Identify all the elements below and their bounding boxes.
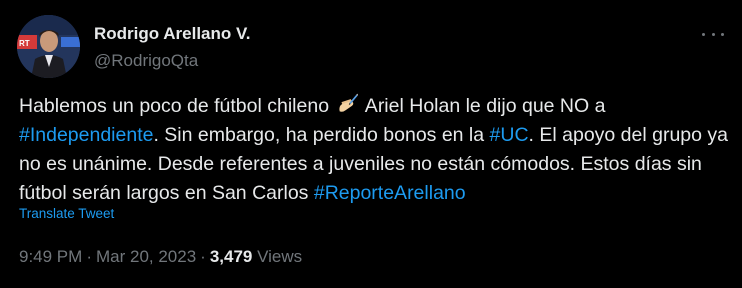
tweet-time[interactable]: 9:49 PM bbox=[19, 247, 82, 266]
avatar-image: RT bbox=[17, 15, 80, 78]
author-display-name[interactable]: Rodrigo Arellano V. bbox=[94, 24, 251, 44]
more-options-button[interactable] bbox=[702, 24, 724, 44]
tweet-text-segment: Hablemos un poco de fútbol chileno bbox=[19, 95, 335, 117]
tweet-date[interactable]: Mar 20, 2023 bbox=[96, 247, 196, 266]
tweet-card: RT Rodrigo Arellano V. @RodrigoQta Hable… bbox=[0, 0, 742, 288]
svg-text:RT: RT bbox=[19, 39, 30, 48]
author-block: Rodrigo Arellano V. @RodrigoQta bbox=[94, 24, 251, 71]
more-dot-icon bbox=[721, 32, 724, 36]
tweet-text-segment: Ariel Holan le dijo que NO a bbox=[360, 95, 606, 117]
hashtag-link[interactable]: #ReporteArellano bbox=[314, 182, 466, 204]
more-dot-icon bbox=[702, 32, 705, 36]
tweet-meta: 9:49 PM · Mar 20, 2023 · 3,479 Views bbox=[19, 246, 302, 268]
tweet-text-segment: . Sin embargo, ha perdido bonos en la bbox=[153, 124, 490, 146]
writing-hand-emoji-icon bbox=[339, 93, 359, 112]
views-count: 3,479 bbox=[209, 247, 253, 266]
hashtag-link[interactable]: #UC bbox=[490, 124, 529, 146]
meta-separator: · bbox=[200, 247, 206, 266]
tweet-text: Hablemos un poco de fútbol chileno Ariel… bbox=[19, 92, 737, 208]
views-label: Views bbox=[257, 247, 303, 266]
author-handle[interactable]: @RodrigoQta bbox=[94, 51, 251, 71]
translate-tweet-link[interactable]: Translate Tweet bbox=[19, 205, 114, 223]
hashtag-link[interactable]: #Independiente bbox=[19, 124, 153, 146]
more-dot-icon bbox=[711, 32, 715, 36]
meta-separator: · bbox=[86, 247, 92, 266]
avatar[interactable]: RT bbox=[17, 15, 80, 78]
